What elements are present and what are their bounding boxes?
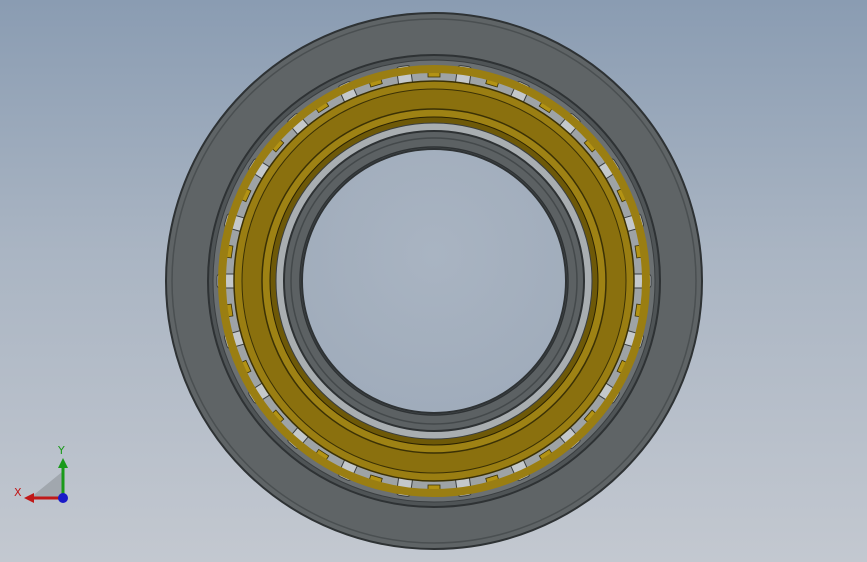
triad-plane-icon: [30, 472, 62, 498]
z-axis-dot: [58, 493, 68, 503]
y-axis-label: Y: [57, 444, 65, 457]
y-axis-arrowhead: [58, 458, 68, 468]
graphics-viewport[interactable]: Y X: [0, 0, 867, 562]
bore: [301, 148, 567, 414]
x-axis-arrowhead: [24, 493, 34, 503]
x-axis-label: X: [14, 486, 22, 499]
coordinate-triad[interactable]: Y X: [10, 440, 80, 510]
bearing-model[interactable]: [0, 0, 867, 562]
